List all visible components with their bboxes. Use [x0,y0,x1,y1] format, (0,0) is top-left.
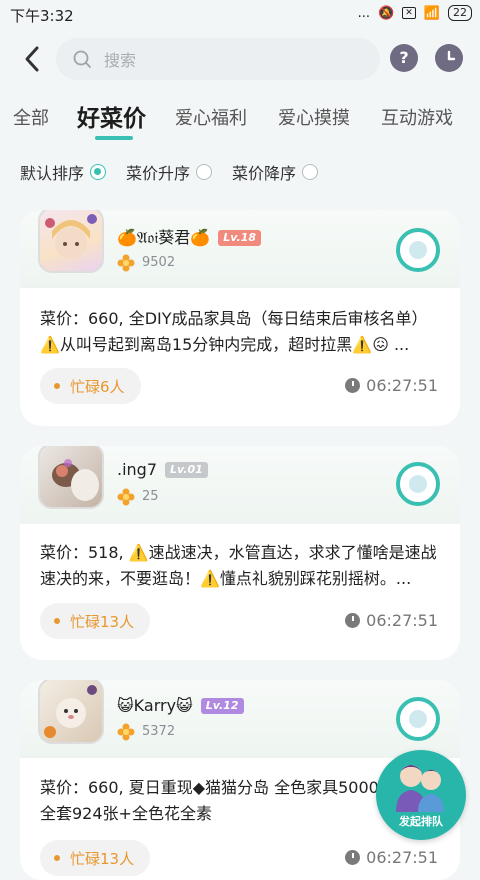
status-bar: 下午3:32 ... 🔕 ✕ 📶 22 [0,0,480,30]
help-button[interactable]: ? [390,44,418,72]
sort-default-label: 默认排序 [20,164,85,183]
flower-icon [117,488,135,506]
chat-button[interactable] [396,462,440,506]
avatar[interactable] [38,210,104,273]
battery-indicator: 22 [448,5,472,21]
back-icon [25,46,39,72]
username-row: 😺Karry😺 Lv.12 [117,696,244,715]
busy-dot-icon [54,855,60,861]
active-tab-indicator [95,136,133,140]
post-text: 菜价：518, ⚠️速战速决，水管直达，求求了懂啥是速战速决的来，不要逛岛！⚠️… [40,543,437,588]
username-row: 🍊𝔄𝔬𝔦葵君🍊 Lv.18 [117,224,262,248]
history-button[interactable] [435,44,463,72]
username: 😺Karry😺 [117,696,193,715]
tab-all[interactable]: 全部 [13,104,49,130]
sort-price-asc-label: 菜价升序 [126,164,191,183]
post-text: 菜价：660, 全DIY成品家具岛（每日结束后审核名单）⚠️从叫号起到离岛15分… [40,309,428,354]
category-tabs: 全部 好菜价 爱心福利 爱心摸摸 互动游戏 [0,96,480,142]
username-row: .ing7 Lv.01 [117,460,208,479]
sort-price-asc[interactable]: 菜价升序 [126,160,213,184]
start-queue-button[interactable]: 发起排队 [376,750,466,840]
sort-price-asc-radio[interactable] [196,164,213,180]
queue-status-badge[interactable]: 忙碌13人 [40,840,151,876]
level-badge: Lv.18 [218,230,262,246]
queue-status-text: 忙碌13人 [70,612,135,631]
queue-status-text: 忙碌13人 [70,849,135,868]
tab-charity-pet[interactable]: 爱心摸摸 [278,104,350,130]
post-time: 06:27:51 [345,376,438,395]
post-time: 06:27:51 [345,848,438,867]
tab-interactive-games[interactable]: 互动游戏 [381,104,453,130]
status-icons: ... 🔕 ✕ 📶 22 [358,5,472,21]
search-bar[interactable] [56,38,380,80]
queue-status-badge[interactable]: 忙碌13人 [40,603,151,639]
post-time: 06:27:51 [345,611,438,630]
close-box-icon: ✕ [402,7,416,19]
busy-dot-icon [54,618,60,624]
username: 🍊𝔄𝔬𝔦葵君🍊 [117,228,211,247]
wifi-icon: 📶 [423,5,440,21]
flower-count: 25 [142,489,159,504]
history-clock-icon [447,50,456,61]
sort-price-desc-label: 菜价降序 [232,164,297,183]
post-time-value: 06:27:51 [366,611,438,630]
flower-count: 5372 [142,724,176,739]
sort-default-radio[interactable] [90,164,107,180]
status-time: 下午3:32 [10,7,74,25]
sort-options: 默认排序 菜价升序 菜价降序 [0,158,480,186]
avatar-image [52,459,99,501]
avatar[interactable] [38,680,104,744]
sort-price-desc-radio[interactable] [302,164,319,180]
clock-icon [345,378,361,393]
post-time-value: 06:27:51 [366,376,438,395]
flower-icon [117,723,135,741]
avatar-image [45,214,97,259]
help-icon: ? [399,48,409,67]
post-time-value: 06:27:51 [366,848,438,867]
signal-dots-icon: ... [357,5,371,21]
chat-button[interactable] [396,697,440,741]
start-queue-label: 发起排队 [399,815,443,828]
queue-status-badge[interactable]: 忙碌6人 [40,368,141,404]
search-icon [73,50,91,68]
flower-count: 9502 [142,255,176,270]
search-input[interactable] [102,46,366,74]
username: .ing7 [117,460,158,479]
post-card[interactable]: 🍊𝔄𝔬𝔦葵君🍊 Lv.18 9502 菜价：660, 全DIY成品家具岛（每日结束… [20,210,460,426]
clock-icon [345,850,361,865]
back-button[interactable] [18,44,48,74]
avatar[interactable] [38,446,104,509]
busy-dot-icon [54,383,60,389]
level-badge: Lv.01 [165,462,208,478]
level-badge: Lv.12 [200,698,244,714]
tab-charity-welfare[interactable]: 爱心福利 [175,104,247,130]
mute-icon: 🔕 [378,5,395,21]
sort-price-desc[interactable]: 菜价降序 [232,160,319,184]
header: ? [0,30,480,90]
clock-icon [345,613,361,628]
people-icon [396,765,444,812]
queue-status-text: 忙碌6人 [70,377,125,396]
flower-icon [117,254,135,272]
tab-good-price[interactable]: 好菜价 [77,99,146,133]
sort-default[interactable]: 默认排序 [20,160,107,184]
chat-button[interactable] [396,228,440,272]
post-card[interactable]: .ing7 Lv.01 25 菜价：518, ⚠️速战速决，水管直达，求求了懂啥是… [20,446,460,660]
avatar-image [44,685,97,738]
